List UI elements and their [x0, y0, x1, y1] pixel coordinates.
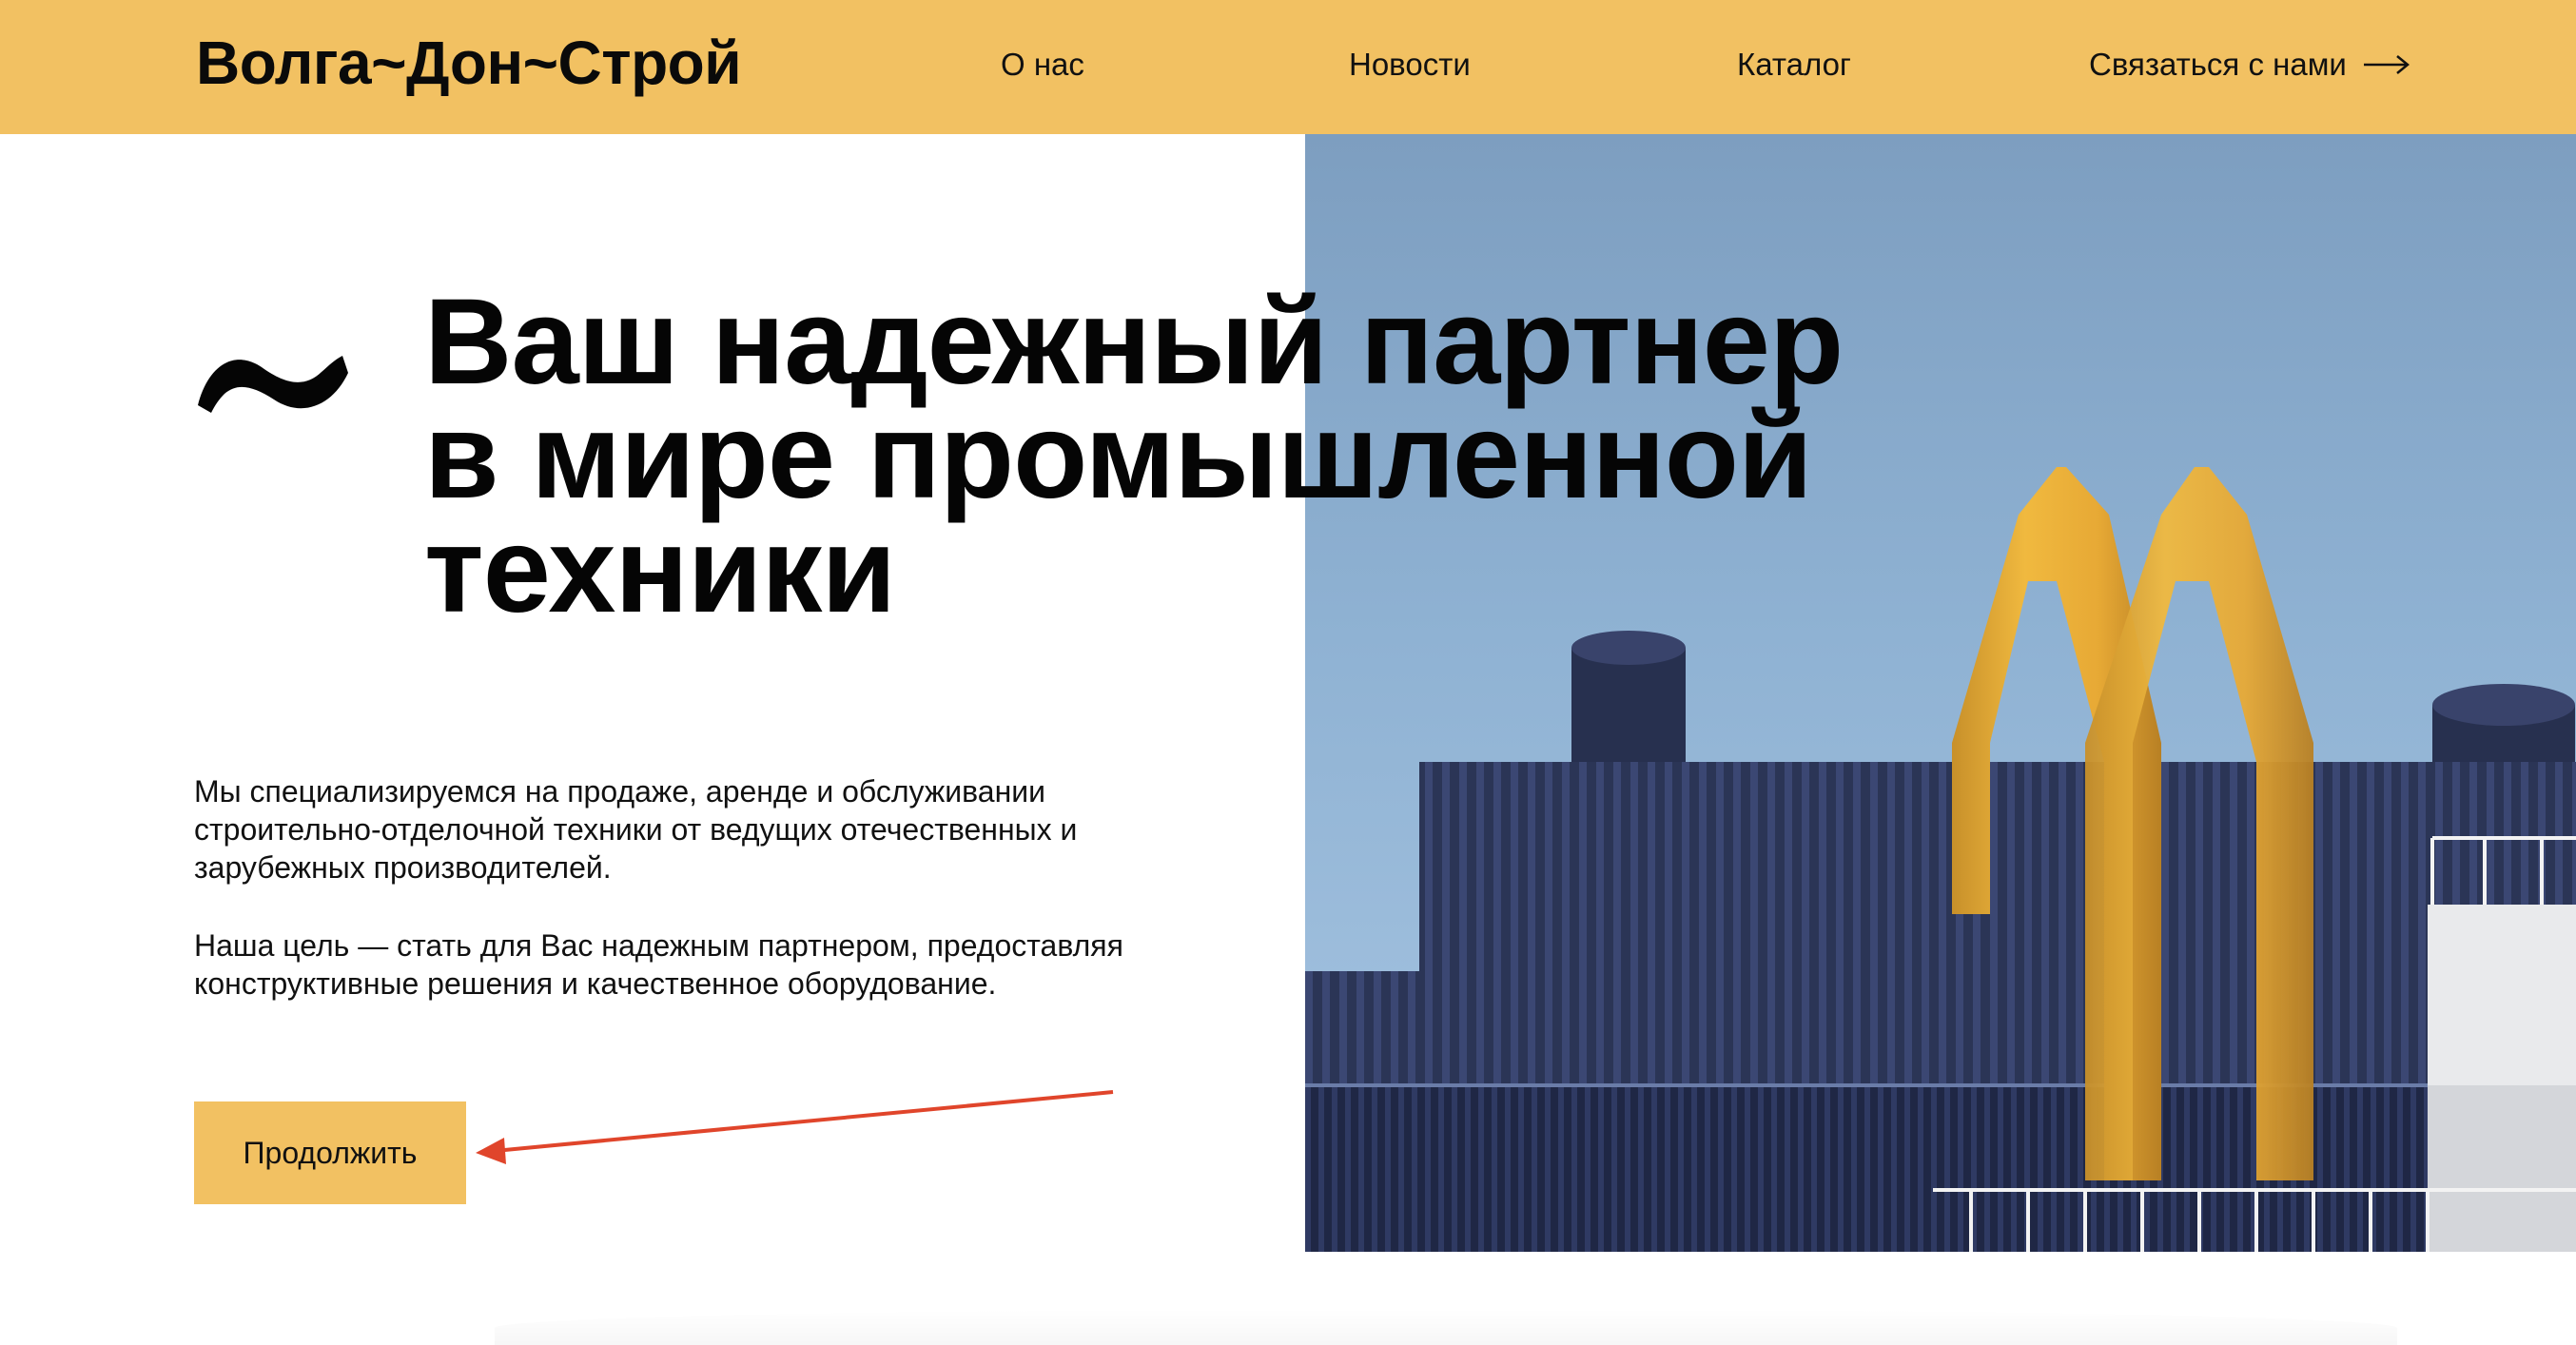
section-divider-shadow: [495, 1309, 2397, 1345]
headline-line-2: в мире промышленной: [424, 388, 1813, 524]
nav-link-catalog[interactable]: Каталог: [1737, 44, 1851, 86]
continue-button[interactable]: Продолжить: [194, 1101, 466, 1204]
hero-headline: Ваш надежный партнер в мире промышленной…: [424, 274, 2137, 638]
headline-line-1: Ваш надежный партнер: [424, 274, 1844, 410]
arrow-right-icon: [2363, 55, 2410, 74]
hero-goal-text: Наша цель — стать для Вас надежным партн…: [194, 928, 1123, 1001]
hero-description: Мы специализируемся на продаже, аренде и…: [194, 774, 1078, 885]
nav-contact-label: Связаться с нами: [2089, 47, 2347, 82]
annotation-arrow-icon: [476, 1090, 1114, 1164]
site-logo[interactable]: Волга~Дон~Строй: [196, 25, 742, 101]
tilde-icon: [198, 356, 348, 413]
nav-link-about[interactable]: О нас: [1001, 44, 1084, 86]
headline-line-3: техники: [424, 502, 896, 638]
nav-link-contact[interactable]: Связаться с нами: [2089, 44, 2410, 86]
nav-link-news[interactable]: Новости: [1349, 44, 1471, 86]
site-header: Волга~Дон~Строй О нас Новости Каталог Св…: [0, 0, 2576, 134]
